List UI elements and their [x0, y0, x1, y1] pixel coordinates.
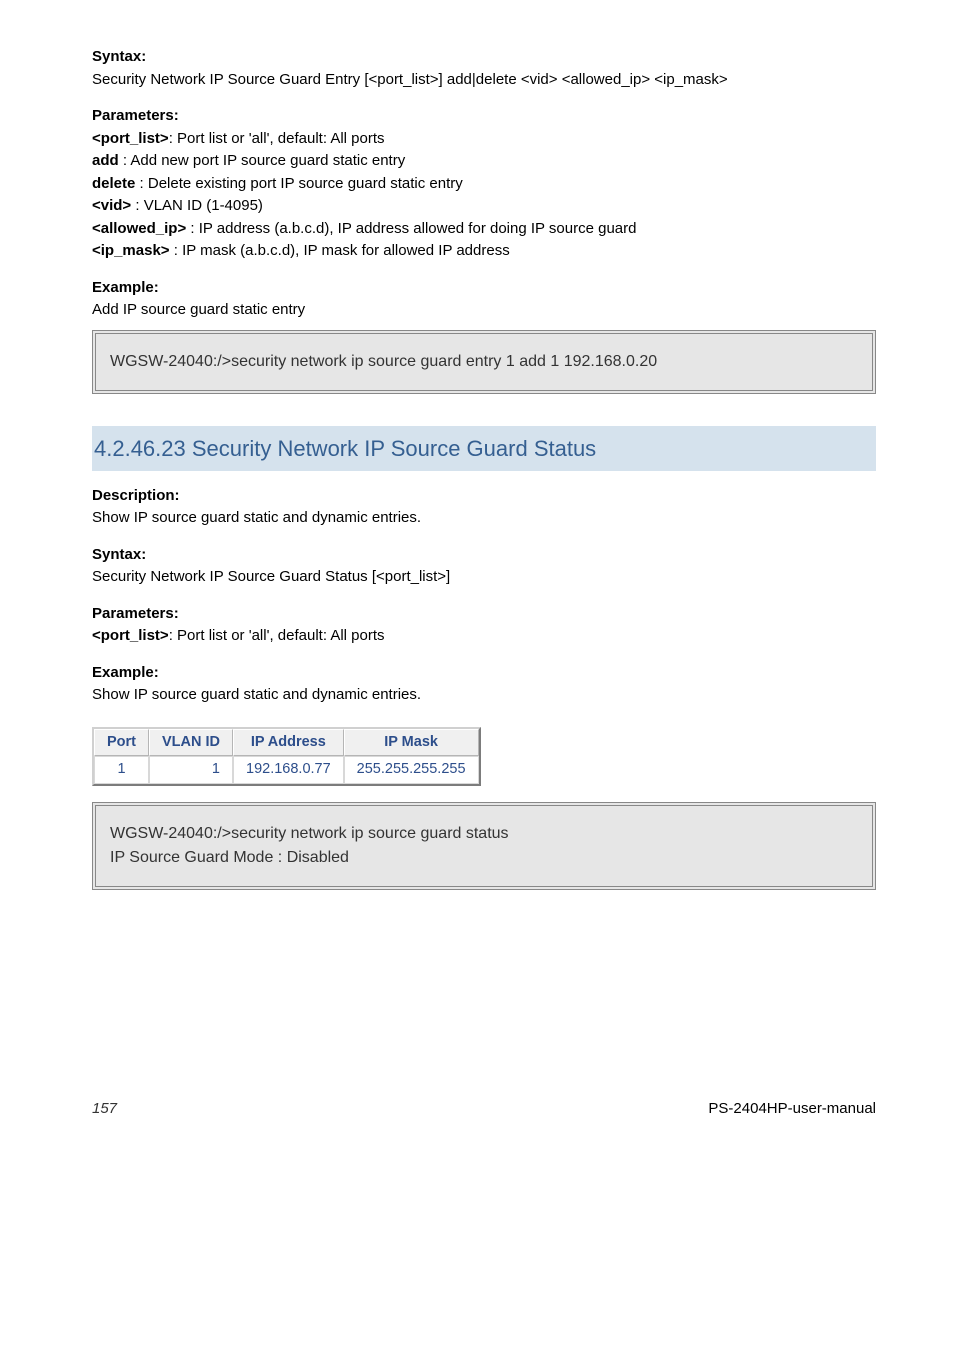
example-sentence: Add IP source guard static entry — [92, 299, 876, 322]
syntax-label: Syntax: — [92, 46, 876, 69]
cell-mask: 255.255.255.255 — [344, 756, 479, 784]
parameters-label: Parameters: — [92, 105, 876, 128]
section-heading-24623: 4.2.46.23 Security Network IP Source Gua… — [92, 426, 876, 471]
param-tag: <ip_mask> — [92, 242, 170, 259]
example-label: Example: — [92, 277, 876, 300]
param-desc: : Add new port IP source guard static en… — [119, 152, 406, 169]
param-line: <allowed_ip> : IP address (a.b.c.d), IP … — [92, 218, 876, 241]
param-tag: <vid> — [92, 197, 131, 214]
param-line: <vid> : VLAN ID (1-4095) — [92, 195, 876, 218]
col-ipaddress: IP Address — [233, 729, 344, 757]
param-line: <ip_mask> : IP mask (a.b.c.d), IP mask f… — [92, 240, 876, 263]
page-content: Syntax: Security Network IP Source Guard… — [0, 0, 954, 938]
command-box: WGSW-24040:/>security network ip source … — [92, 330, 876, 394]
cell-vlan: 1 — [149, 756, 233, 784]
param-desc: : IP address (a.b.c.d), IP address allow… — [186, 220, 636, 237]
param-line: delete : Delete existing port IP source … — [92, 173, 876, 196]
page-number: 157 — [92, 1098, 117, 1121]
example-sentence: Show IP source guard static and dynamic … — [92, 684, 876, 707]
section-24623-body: Description: Show IP source guard static… — [92, 485, 876, 891]
ipsg-status-table-wrap: Port VLAN ID IP Address IP Mask 1 1 192.… — [92, 727, 876, 787]
parameters-label: Parameters: — [92, 603, 876, 626]
param-desc: : Delete existing port IP source guard s… — [135, 175, 462, 192]
param-line: <port_list>: Port list or 'all', default… — [92, 625, 876, 648]
param-tag: delete — [92, 175, 135, 192]
section-24622-fragment: Syntax: Security Network IP Source Guard… — [92, 46, 876, 394]
param-tag: <port_list> — [92, 627, 169, 644]
param-tag: <allowed_ip> — [92, 220, 186, 237]
table-row: 1 1 192.168.0.77 255.255.255.255 — [94, 756, 479, 784]
syntax-label: Syntax: — [92, 544, 876, 567]
param-tag: add — [92, 152, 119, 169]
command-line: WGSW-24040:/>security network ip source … — [110, 822, 858, 846]
param-desc: : VLAN ID (1-4095) — [131, 197, 263, 214]
param-tag: <port_list> — [92, 130, 169, 147]
command-line: WGSW-24040:/>security network ip source … — [110, 350, 858, 374]
manual-name: PS-2404HP-user-manual — [708, 1098, 876, 1121]
command-box: WGSW-24040:/>security network ip source … — [92, 802, 876, 890]
ipsg-status-table: Port VLAN ID IP Address IP Mask 1 1 192.… — [92, 727, 481, 787]
example-label: Example: — [92, 662, 876, 685]
syntax-command: Security Network IP Source Guard Entry [… — [92, 69, 876, 92]
syntax-command: Security Network IP Source Guard Status … — [92, 566, 876, 589]
param-desc: : Port list or 'all', default: All ports — [169, 627, 385, 644]
param-line: <port_list>: Port list or 'all', default… — [92, 128, 876, 151]
description-label: Description: — [92, 485, 876, 508]
param-desc: : IP mask (a.b.c.d), IP mask for allowed… — [170, 242, 510, 259]
command-line: IP Source Guard Mode : Disabled — [110, 846, 858, 870]
col-port: Port — [94, 729, 149, 757]
cell-ip: 192.168.0.77 — [233, 756, 344, 784]
page-footer: 157 PS-2404HP-user-manual — [0, 1098, 954, 1121]
col-vlanid: VLAN ID — [149, 729, 233, 757]
param-line: add : Add new port IP source guard stati… — [92, 150, 876, 173]
table-header-row: Port VLAN ID IP Address IP Mask — [94, 729, 479, 757]
cell-port: 1 — [94, 756, 149, 784]
col-ipmask: IP Mask — [344, 729, 479, 757]
description-text: Show IP source guard static and dynamic … — [92, 507, 876, 530]
param-desc: : Port list or 'all', default: All ports — [169, 130, 385, 147]
